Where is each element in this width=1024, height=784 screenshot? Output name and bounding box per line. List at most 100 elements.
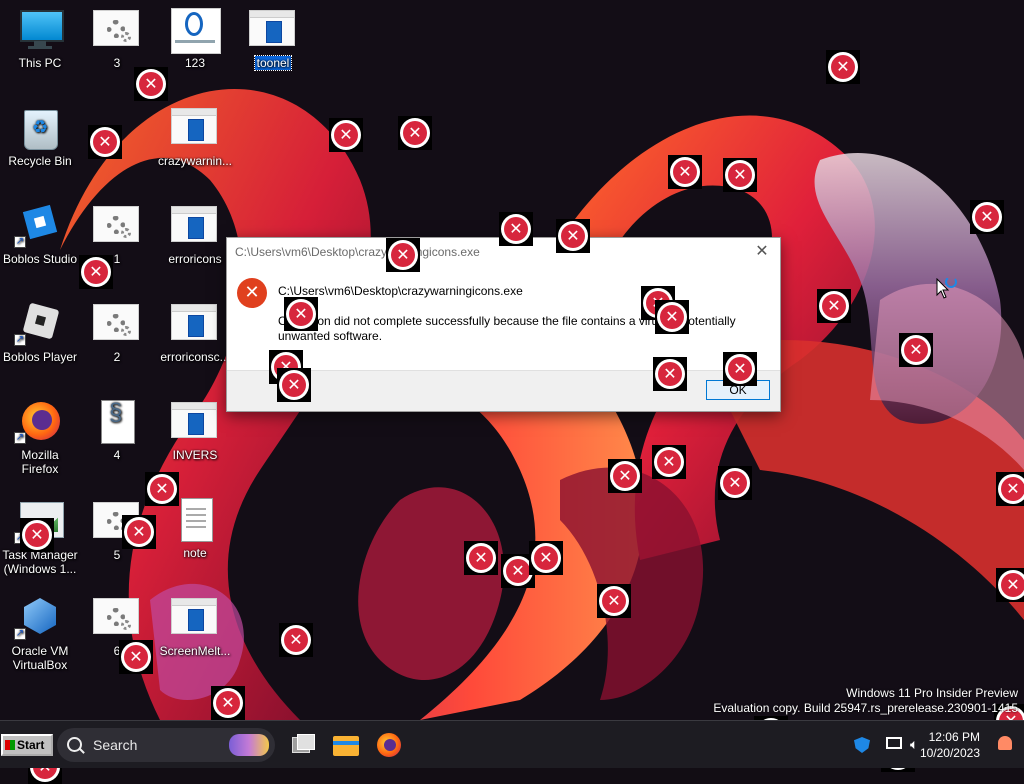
shortcut-arrow-icon: ↗ xyxy=(14,628,26,640)
desktop-icon-label: Mozilla Firefox xyxy=(21,448,59,476)
boblos-studio-icon: ↗ xyxy=(14,204,64,248)
window-app-icon xyxy=(171,400,219,444)
app-file-icon xyxy=(171,8,221,54)
desktop-icon-recycle-bin[interactable]: ♻ Recycle Bin xyxy=(0,106,80,168)
desktop-icon-label: crazywarnin... xyxy=(157,154,233,168)
desktop-icon-label: Oracle VM VirtualBox xyxy=(11,644,69,672)
windows-watermark: Windows 11 Pro Insider Preview Evaluatio… xyxy=(713,686,1018,716)
window-app-icon xyxy=(249,8,297,52)
watermark-edition: Windows 11 Pro Insider Preview xyxy=(846,686,1018,700)
desktop-icon-3[interactable]: 3 xyxy=(77,8,157,70)
desktop-icon-invers[interactable]: INVERS xyxy=(155,400,235,462)
volume-icon[interactable]: 🔈︎ xyxy=(910,737,918,753)
defender-icon[interactable] xyxy=(854,737,870,753)
start-label: Start xyxy=(17,738,45,752)
recycle-bin-icon: ♻ xyxy=(16,106,64,150)
error-overlay-icon xyxy=(279,623,313,657)
desktop-icon-note[interactable]: note xyxy=(155,498,235,560)
boblos-player-icon: ↗ xyxy=(14,302,64,346)
error-overlay-icon xyxy=(597,584,631,618)
desktop-icon-erroricons[interactable]: erroricons xyxy=(155,204,235,266)
error-overlay-icon xyxy=(718,466,752,500)
error-overlay-icon xyxy=(398,116,432,150)
error-overlay-icon xyxy=(499,212,533,246)
error-icon: ✕ xyxy=(237,278,267,308)
error-overlay-icon xyxy=(817,289,851,323)
error-overlay-icon xyxy=(556,219,590,253)
error-overlay-icon xyxy=(970,200,1004,234)
taskbar: Start Search 🔈︎ 12:06 PM 10/20/2023 xyxy=(0,720,1024,768)
dialog-title: C:\Users\vm6\Desktop\crazywarningicons.e… xyxy=(235,245,480,259)
system-tray: 🔈︎ 12:06 PM 10/20/2023 xyxy=(824,721,1024,769)
shortcut-arrow-icon: ↗ xyxy=(14,432,26,444)
error-overlay-icon xyxy=(655,300,689,334)
desktop-icon-label: 2 xyxy=(113,350,121,364)
task-view-icon[interactable] xyxy=(286,729,318,761)
error-overlay-icon xyxy=(284,297,318,331)
desktop-icon-toonel[interactable]: toonel xyxy=(233,8,313,71)
clock-time: 12:06 PM xyxy=(928,730,980,744)
desktop-icon-label: toonel xyxy=(253,55,293,71)
gear-file-icon xyxy=(93,204,141,248)
clock-date: 10/20/2023 xyxy=(919,746,980,760)
error-overlay-icon xyxy=(996,472,1024,506)
error-overlay-icon xyxy=(79,255,113,289)
desktop-icon-mozilla-firefox[interactable]: ↗ Mozilla Firefox xyxy=(0,400,80,476)
notification-bell-icon[interactable] xyxy=(998,736,1012,750)
close-icon[interactable]: ✕ xyxy=(750,238,774,266)
error-overlay-icon xyxy=(608,459,642,493)
network-icon[interactable] xyxy=(886,737,902,749)
desktop-icon-123[interactable]: 123 xyxy=(155,8,235,70)
error-overlay-icon xyxy=(529,541,563,575)
shortcut-arrow-icon: ↗ xyxy=(14,236,26,248)
desktop-icon-label: Boblos Studio xyxy=(2,252,78,266)
error-overlay-icon xyxy=(134,67,168,101)
error-overlay-icon xyxy=(899,333,933,367)
error-overlay-icon xyxy=(723,352,757,386)
error-overlay-icon xyxy=(329,118,363,152)
gear-file-icon xyxy=(93,302,141,346)
desktop-icon-4[interactable]: § 4 xyxy=(77,400,157,462)
error-overlay-icon xyxy=(119,640,153,674)
desktop-icon-label: erroriconsc... xyxy=(160,350,230,364)
file-explorer-icon[interactable] xyxy=(330,729,362,761)
error-overlay-icon xyxy=(668,155,702,189)
taskbar-search-box[interactable]: Search xyxy=(57,728,275,762)
desktop-icon-label: Recycle Bin xyxy=(8,154,72,168)
desktop-icon-boblos-studio[interactable]: ↗ Boblos Studio xyxy=(0,204,80,266)
error-overlay-icon xyxy=(122,515,156,549)
desktop-icon-crazywarnin[interactable]: crazywarnin... xyxy=(155,106,235,168)
desktop-icon-label: 5 xyxy=(113,548,121,562)
desktop-icon-label: INVERS xyxy=(172,448,218,462)
mouse-cursor-icon xyxy=(936,278,957,299)
desktop-icon-this-pc[interactable]: This PC xyxy=(0,8,80,70)
start-button[interactable]: Start xyxy=(1,734,53,756)
desktop-icon-screenmelt[interactable]: ScreenMelt... xyxy=(155,596,235,658)
error-overlay-icon xyxy=(826,50,860,84)
firefox-icon: ↗ xyxy=(14,400,64,444)
error-overlay-icon xyxy=(464,541,498,575)
desktop-icon-label: ScreenMelt... xyxy=(159,644,231,658)
desktop-icon-label: Boblos Player xyxy=(2,350,78,364)
window-app-icon xyxy=(171,302,219,346)
window-app-icon xyxy=(171,596,219,640)
error-overlay-icon xyxy=(277,368,311,402)
desktop-icon-2[interactable]: 2 xyxy=(77,302,157,364)
error-overlay-icon xyxy=(88,125,122,159)
desktop-icon-label: erroricons xyxy=(168,252,222,266)
script-file-icon: § xyxy=(93,400,141,444)
search-placeholder: Search xyxy=(93,737,138,753)
error-overlay-icon xyxy=(996,568,1024,602)
taskbar-clock[interactable]: 12:06 PM 10/20/2023 xyxy=(920,729,980,761)
desktop-icon-virtualbox[interactable]: ↗ Oracle VM VirtualBox xyxy=(0,596,80,672)
window-app-icon xyxy=(171,106,219,150)
error-overlay-icon xyxy=(211,686,245,720)
firefox-taskbar-icon[interactable] xyxy=(373,729,405,761)
desktop-icon-boblos-player[interactable]: ↗ Boblos Player xyxy=(0,302,80,364)
error-overlay-icon xyxy=(653,357,687,391)
desktop-icon-label: 4 xyxy=(113,448,121,462)
search-icon xyxy=(67,737,82,752)
window-app-icon xyxy=(171,204,219,248)
desktop-icon-erroriconsc[interactable]: erroriconsc... xyxy=(155,302,235,364)
error-overlay-icon xyxy=(723,158,757,192)
